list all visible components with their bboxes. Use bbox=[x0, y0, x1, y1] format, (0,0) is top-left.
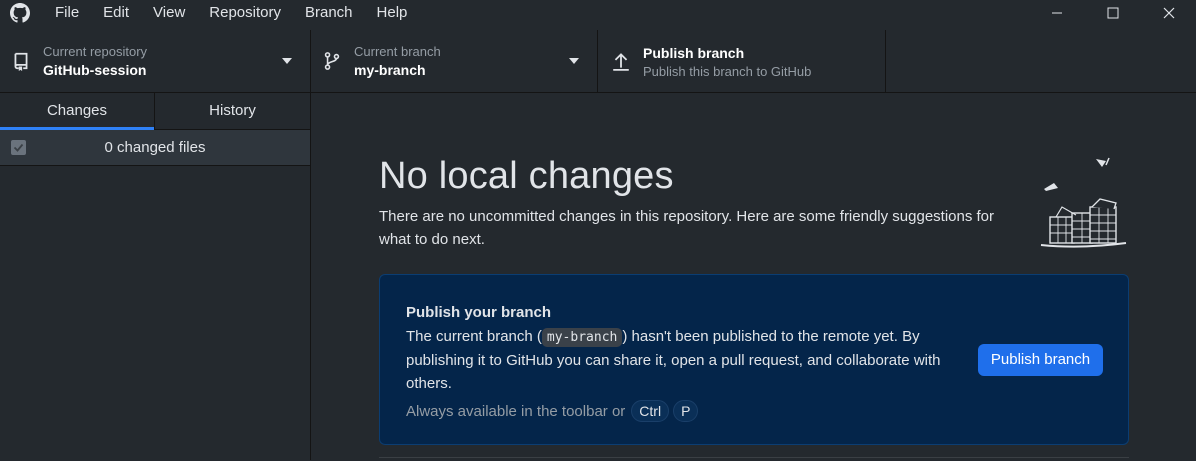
repository-text: Current repository GitHub-session bbox=[43, 44, 147, 80]
publish-text: Publish branch Publish this branch to Gi… bbox=[643, 44, 811, 82]
page-subtitle: There are no uncommitted changes in this… bbox=[379, 208, 995, 248]
repository-name: GitHub-session bbox=[43, 62, 147, 78]
menu-branch[interactable]: Branch bbox=[293, 0, 365, 26]
next-card-edge bbox=[379, 457, 1129, 461]
current-repository-selector[interactable]: Current repository GitHub-session bbox=[0, 30, 311, 93]
card-description: The current branch (my-branch) hasn't be… bbox=[406, 325, 966, 395]
branch-name: my-branch bbox=[354, 62, 426, 78]
upload-arrow-icon bbox=[613, 53, 629, 71]
hint-text: Always available in the toolbar or bbox=[406, 402, 626, 420]
changed-files-count: 0 changed files bbox=[104, 139, 206, 156]
kbd-p: P bbox=[673, 400, 699, 422]
menu-repository[interactable]: Repository bbox=[197, 0, 293, 26]
toolbar: Current repository GitHub-session Curren… bbox=[0, 30, 1196, 93]
menu-help[interactable]: Help bbox=[365, 0, 420, 26]
close-button[interactable] bbox=[1146, 0, 1192, 26]
chevron-down-icon bbox=[282, 58, 292, 64]
main-panel: No local changes There are no uncommitte… bbox=[311, 93, 1196, 460]
empty-state-illustration-icon bbox=[1040, 157, 1127, 248]
minimize-icon bbox=[1052, 12, 1062, 14]
chevron-down-icon bbox=[569, 58, 579, 64]
menu-view[interactable]: View bbox=[141, 0, 197, 26]
maximize-icon bbox=[1107, 7, 1119, 19]
close-icon bbox=[1163, 7, 1175, 19]
tab-history[interactable]: History bbox=[155, 93, 310, 129]
menu-edit[interactable]: Edit bbox=[91, 0, 141, 26]
publish-branch-button[interactable]: Publish branch bbox=[978, 344, 1103, 376]
card-description-start: The current branch ( bbox=[406, 328, 542, 345]
title-bar: File Edit View Repository Branch Help bbox=[0, 0, 1196, 26]
current-branch-selector[interactable]: Current branch my-branch bbox=[311, 30, 598, 93]
menu-file[interactable]: File bbox=[43, 0, 91, 26]
branch-text: Current branch my-branch bbox=[354, 44, 441, 80]
publish-branch-card: Publish your branch The current branch (… bbox=[379, 274, 1129, 445]
publish-description: Publish this branch to GitHub bbox=[643, 64, 812, 79]
sidebar: Changes History 0 changed files bbox=[0, 93, 311, 460]
repository-icon bbox=[14, 52, 28, 71]
menu-bar: File Edit View Repository Branch Help bbox=[43, 0, 419, 26]
branch-name-code: my-branch bbox=[541, 328, 623, 347]
tab-changes[interactable]: Changes bbox=[0, 93, 155, 130]
card-title: Publish your branch bbox=[406, 304, 552, 321]
publish-branch-toolbar-button[interactable]: Publish branch Publish this branch to Gi… bbox=[598, 30, 886, 93]
kbd-ctrl: Ctrl bbox=[631, 400, 670, 422]
publish-label: Publish branch bbox=[643, 45, 745, 61]
maximize-button[interactable] bbox=[1090, 0, 1136, 26]
page-title: No local changes bbox=[379, 155, 674, 197]
minimize-button[interactable] bbox=[1034, 0, 1080, 26]
branch-label: Current branch bbox=[354, 44, 441, 59]
repository-label: Current repository bbox=[43, 44, 148, 59]
keyboard-hint: Always available in the toolbar or Ctrl … bbox=[406, 400, 699, 422]
git-branch-icon bbox=[324, 52, 340, 70]
changed-files-header: 0 changed files bbox=[0, 130, 310, 166]
sidebar-tabs: Changes History bbox=[0, 93, 310, 130]
github-logo-icon[interactable] bbox=[10, 3, 30, 23]
